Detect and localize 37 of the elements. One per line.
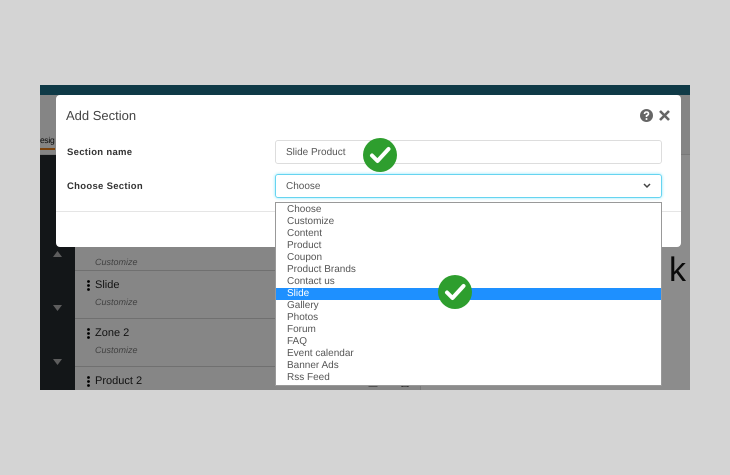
section-name-field[interactable]: Slide Product	[275, 140, 662, 164]
check-badge-icon	[363, 138, 397, 172]
drag-handle-icon[interactable]	[87, 376, 90, 386]
row-title: Product 2	[95, 375, 142, 387]
check-badge-icon	[438, 275, 472, 309]
dropdown-option[interactable]: Customize	[276, 216, 661, 228]
dropdown-option[interactable]: Coupon	[276, 252, 661, 264]
dropdown-option[interactable]: Product	[276, 240, 661, 252]
chevron-down-icon	[643, 183, 651, 189]
row-title: Slide	[95, 279, 120, 291]
dropdown-option[interactable]: Event calendar	[276, 348, 661, 360]
dropdown-option[interactable]: Content	[276, 228, 661, 240]
caret-up-icon[interactable]	[53, 251, 62, 257]
dropdown-option[interactable]: Choose	[276, 204, 661, 216]
caret-down-icon[interactable]	[53, 359, 62, 365]
row-title: Zone 2	[95, 327, 130, 339]
dropdown-option[interactable]: Contact us	[276, 276, 661, 288]
dropdown-option[interactable]: Banner Ads	[276, 360, 661, 372]
section-select[interactable]: Choose	[275, 174, 662, 198]
close-icon[interactable]	[658, 108, 671, 122]
caret-down-icon[interactable]	[53, 305, 62, 311]
dropdown-option[interactable]: FAQ	[276, 336, 661, 348]
dropdown-option[interactable]: Photos	[276, 312, 661, 324]
help-icon[interactable]	[640, 108, 653, 122]
drag-handle-icon[interactable]	[87, 280, 90, 290]
dropdown-option[interactable]: Forum	[276, 324, 661, 336]
heading-text: k	[669, 251, 686, 289]
field-label: Choose Section	[67, 180, 144, 192]
row-subtitle: Customize	[95, 257, 138, 267]
row-subtitle: Customize	[95, 345, 138, 355]
dropdown-option[interactable]: Gallery	[276, 300, 661, 312]
drag-handle-icon[interactable]	[87, 328, 90, 338]
field-label: Section name	[67, 146, 134, 158]
dropdown-option[interactable]: Product Brands	[276, 264, 661, 276]
row-subtitle: Customize	[95, 297, 138, 307]
dialog-title: Add Section	[66, 108, 136, 122]
dropdown-option[interactable]: Rss Feed	[276, 372, 661, 384]
